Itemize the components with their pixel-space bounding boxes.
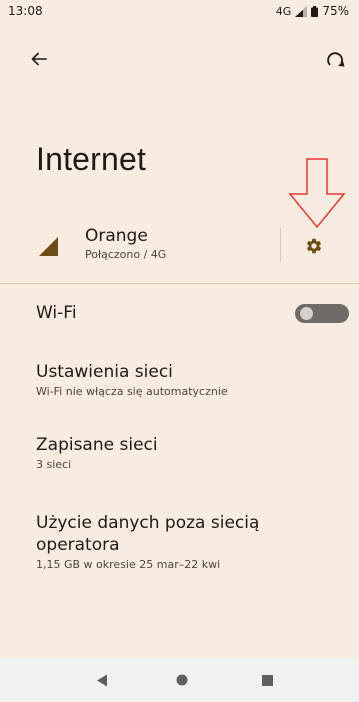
- carrier-status: Połączono / 4G: [85, 248, 167, 261]
- annotation-arrow-down-icon: [288, 158, 346, 229]
- network-settings-title: Ustawienia sieci: [36, 362, 173, 382]
- saved-networks-subtitle: 3 sieci: [36, 458, 72, 471]
- carrier-name: Orange: [85, 226, 148, 246]
- cell-signal-icon: [39, 237, 58, 256]
- square-recents-icon: [261, 674, 273, 686]
- network-settings-button[interactable]: [298, 230, 330, 262]
- gear-icon: [306, 238, 322, 254]
- battery-icon: [311, 5, 319, 17]
- arrow-back-icon: [31, 52, 47, 66]
- triangle-back-icon: [97, 674, 107, 686]
- vertical-divider: [280, 228, 281, 262]
- saved-networks-title: Zapisane sieci: [36, 435, 158, 455]
- nav-back-button[interactable]: [92, 671, 112, 689]
- wifi-row[interactable]: Wi-Fi: [0, 293, 359, 333]
- status-time: 13:08: [8, 4, 43, 18]
- battery-percentage: 75%: [322, 4, 349, 18]
- signal-strength-icon: [295, 5, 308, 17]
- mobile-network-row[interactable]: Orange Połączono / 4G: [0, 220, 359, 272]
- non-carrier-data-usage-item[interactable]: Użycie danych poza siecią operatora 1,15…: [36, 512, 298, 572]
- status-bar: 13:08 4G 75%: [0, 0, 359, 22]
- non-carrier-data-usage-title: Użycie danych poza siecią operatora: [36, 513, 260, 555]
- network-reset-button[interactable]: [321, 42, 351, 76]
- carrier-text: Orange Połączono / 4G: [85, 226, 166, 263]
- network-settings-subtitle: Wi-Fi nie włącza się automatycznie: [36, 385, 228, 398]
- top-app-bar: [0, 42, 359, 76]
- section-divider: [0, 283, 359, 284]
- system-navigation-bar: [0, 658, 359, 702]
- circle-home-icon: [176, 674, 188, 686]
- wifi-label: Wi-Fi: [36, 303, 77, 323]
- network-settings-item[interactable]: Ustawienia sieci Wi-Fi nie włącza się au…: [36, 361, 336, 399]
- status-indicators: 4G 75%: [276, 4, 349, 18]
- back-button[interactable]: [24, 42, 54, 76]
- wifi-toggle[interactable]: [295, 304, 349, 323]
- nav-recents-button[interactable]: [257, 671, 277, 689]
- non-carrier-data-usage-subtitle: 1,15 GB w okresie 25 mar–22 kwi: [36, 558, 221, 571]
- network-reset-icon: [327, 52, 345, 67]
- saved-networks-item[interactable]: Zapisane sieci 3 sieci: [36, 434, 336, 472]
- wifi-toggle-knob: [300, 307, 313, 320]
- network-type-indicator: 4G: [275, 4, 292, 18]
- page-title: Internet: [36, 141, 147, 177]
- nav-home-button[interactable]: [172, 671, 192, 689]
